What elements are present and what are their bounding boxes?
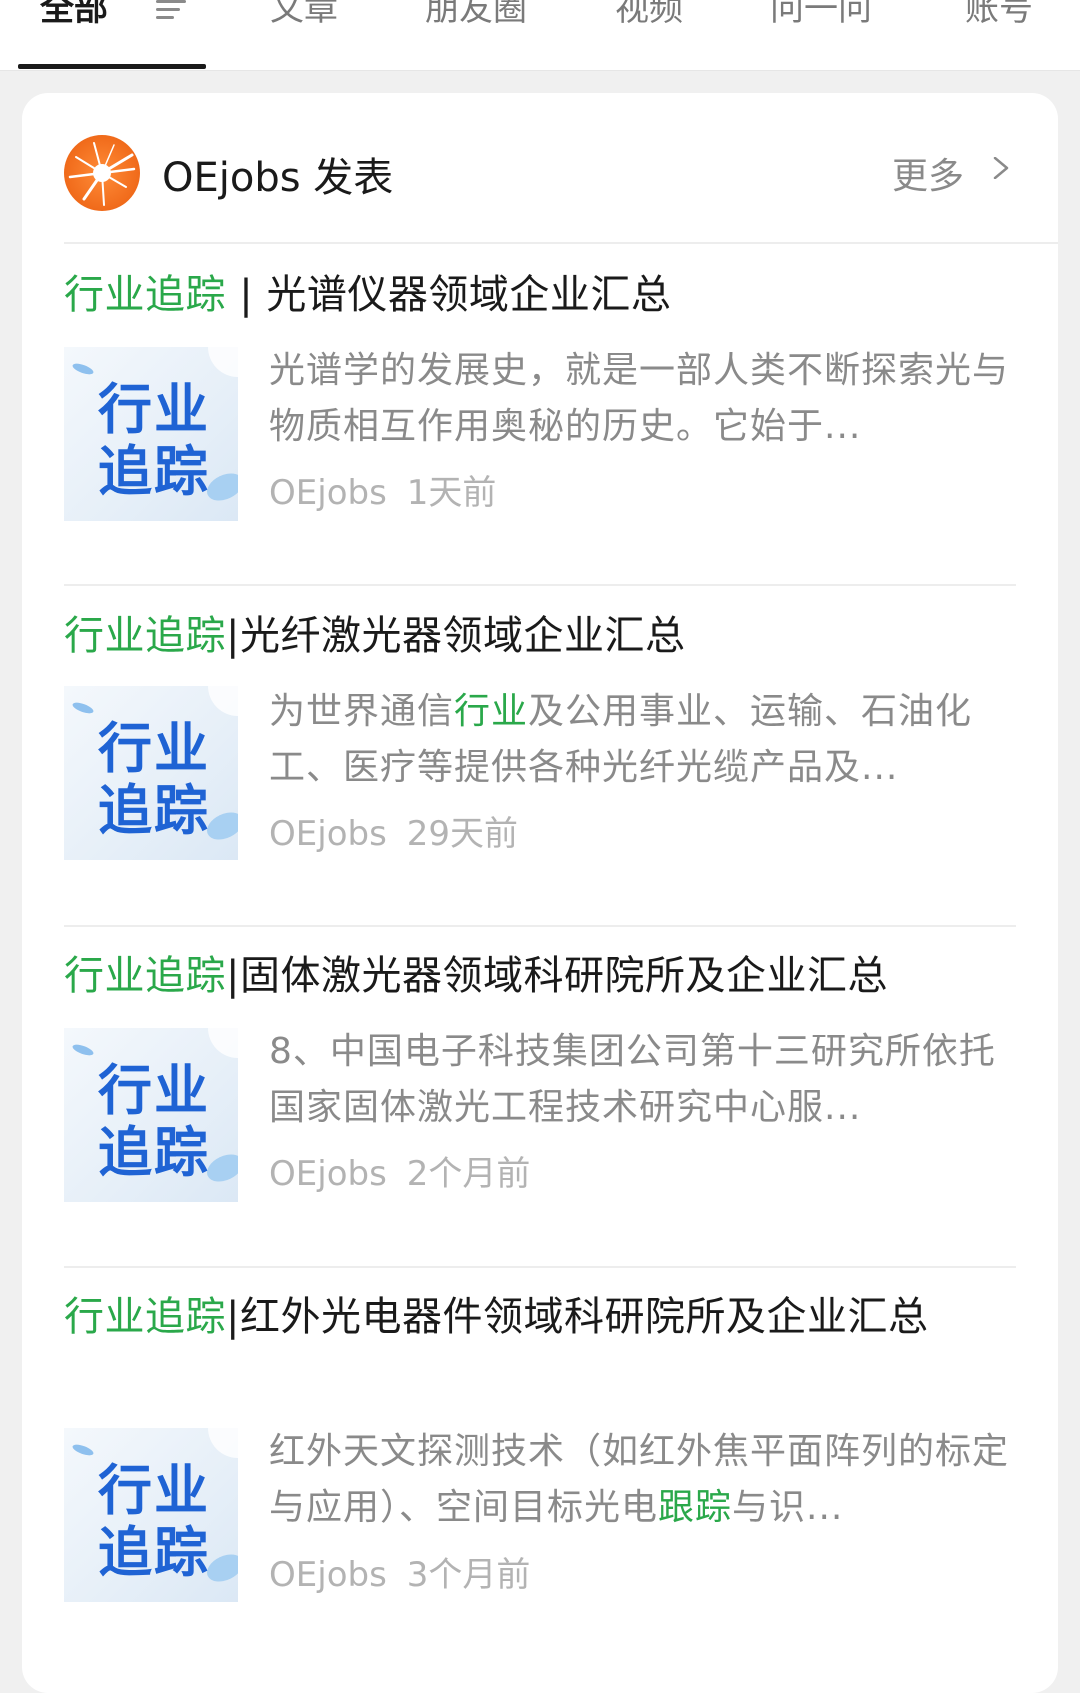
article-title-text: |红外光电器件领域科研院所及企业汇总 — [226, 1294, 929, 1340]
tab-moments[interactable]: 朋友圈 — [425, 0, 527, 34]
sparkle-logo-icon — [68, 142, 136, 206]
active-tab-indicator — [18, 64, 206, 69]
article-item[interactable]: 行业追踪|固体激光器领域科研院所及企业汇总 行业追踪 8、中国电子科技集团公司第… — [64, 946, 1016, 1236]
avatar[interactable] — [64, 135, 140, 211]
article-summary: 红外天文探测技术（如红外焦平面阵列的标定与应用）、空间目标光电跟踪与识... — [269, 1431, 1010, 1528]
article-thumbnail[interactable]: 行业追踪 — [64, 1428, 238, 1602]
article-author: OEjobs — [269, 1154, 387, 1194]
article-summary: 8、中国电子科技集团公司第十三研究所依托国家固体激光工程技术研究中心服... — [269, 1031, 996, 1128]
article-meta: OEjobs 29天前 — [269, 806, 518, 855]
article-item[interactable]: 行业追踪 | 光谱仪器领域企业汇总 行业追踪 光谱学的发展史，就是一部人类不断探… — [64, 265, 1016, 555]
article-tag: 行业追踪 — [64, 953, 226, 999]
author-title[interactable]: OEjobs 发表 — [162, 145, 393, 203]
thumbnail-text: 行业追踪 — [98, 378, 210, 503]
top-tab-bar: 全部 文章 朋友圈 视频 问一问 账号 — [0, 0, 1080, 71]
article-tag: 行业追踪 — [64, 1294, 226, 1340]
article-summary: 为世界通信行业及公用事业、运输、石油化工、医疗等提供各种光纤光缆产品及... — [269, 691, 973, 788]
publisher-card: OEjobs 发表 更多 行业追踪 | 光谱仪器领域企业汇总 行业追踪 光谱学的… — [22, 93, 1058, 1693]
article-title[interactable]: 行业追踪|光纤激光器领域企业汇总 — [64, 606, 1014, 666]
card-header[interactable]: OEjobs 发表 更多 — [22, 93, 1058, 244]
article-time: 2个月前 — [406, 1154, 531, 1194]
article-meta: OEjobs 1天前 — [269, 465, 496, 514]
article-author: OEjobs — [269, 814, 387, 854]
article-author: OEjobs — [269, 473, 387, 513]
article-thumbnail[interactable]: 行业追踪 — [64, 1028, 238, 1202]
thumbnail-text: 行业追踪 — [98, 1459, 210, 1584]
chevron-right-icon[interactable] — [990, 157, 1012, 179]
article-time: 3个月前 — [406, 1555, 531, 1595]
article-title-text: |固体激光器领域科研院所及企业汇总 — [226, 953, 888, 999]
article-summary: 光谱学的发展史，就是一部人类不断探索光与物质相互作用奥秘的历史。它始于... — [269, 350, 1010, 447]
article-time: 29天前 — [406, 814, 519, 854]
article-title[interactable]: 行业追踪|红外光电器件领域科研院所及企业汇总 — [64, 1287, 1014, 1347]
article-tag: 行业追踪 — [64, 613, 226, 659]
article-meta: OEjobs 2个月前 — [269, 1146, 530, 1195]
article-item[interactable]: 行业追踪|光纤激光器领域企业汇总 行业追踪 为世界通信行业及公用事业、运输、石油… — [64, 606, 1016, 896]
tab-ask[interactable]: 问一问 — [770, 0, 872, 34]
article-thumbnail[interactable]: 行业追踪 — [64, 347, 238, 521]
tab-videos[interactable]: 视频 — [615, 0, 683, 34]
article-item[interactable]: 行业追踪|红外光电器件领域科研院所及企业汇总 行业追踪 红外天文探测技术（如红外… — [64, 1287, 1016, 1657]
divider — [64, 925, 1016, 927]
tab-accounts[interactable]: 账号 — [965, 0, 1033, 34]
article-title-text: | 光谱仪器领域企业汇总 — [226, 272, 672, 318]
article-title[interactable]: 行业追踪|固体激光器领域科研院所及企业汇总 — [64, 946, 1014, 1006]
divider — [64, 584, 1016, 586]
thumbnail-text: 行业追踪 — [98, 717, 210, 842]
more-button[interactable]: 更多 — [892, 147, 964, 199]
article-meta: OEjobs 3个月前 — [269, 1547, 530, 1596]
article-title-text: |光纤激光器领域企业汇总 — [226, 613, 686, 659]
tab-articles[interactable]: 文章 — [270, 0, 338, 34]
thumbnail-text: 行业追踪 — [98, 1059, 210, 1184]
article-tag: 行业追踪 — [64, 272, 226, 318]
article-thumbnail[interactable]: 行业追踪 — [64, 686, 238, 860]
article-time: 1天前 — [406, 473, 497, 513]
divider — [64, 1266, 1016, 1268]
article-author: OEjobs — [269, 1555, 387, 1595]
tab-all[interactable]: 全部 — [40, 0, 108, 34]
article-title[interactable]: 行业追踪 | 光谱仪器领域企业汇总 — [64, 265, 1014, 325]
filter-icon[interactable] — [156, 0, 186, 20]
header-divider — [64, 242, 1058, 244]
